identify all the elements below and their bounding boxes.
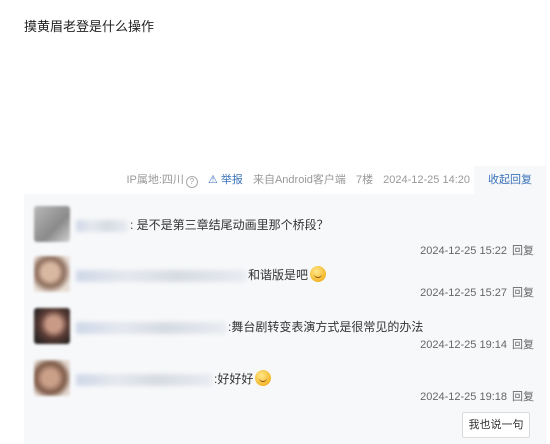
post-time: 2024-12-25 14:20	[383, 174, 470, 186]
smile-emoji-icon	[310, 266, 327, 282]
collapse-replies-button[interactable]: 收起回复	[474, 166, 546, 194]
reply-list: : 是不是第三章结尾动画里那个桥段？ 2024-12-25 15:22 回复 和谐…	[24, 194, 546, 444]
username-blurred[interactable]	[76, 269, 246, 282]
reply-time: 2024-12-25 15:22	[420, 245, 507, 257]
reply-text: :好好好	[214, 372, 254, 386]
client-source: 来自Android客户端	[252, 174, 346, 186]
ip-location: IP属地:四川?	[126, 174, 198, 188]
reply-link[interactable]: 回复	[512, 391, 534, 403]
warning-icon: ⚠	[207, 174, 218, 186]
reply-time: 2024-12-25 19:14	[420, 339, 507, 351]
reply-text: : 是不是第三章结尾动画里那个桥段？	[130, 218, 329, 232]
avatar[interactable]	[34, 206, 70, 242]
help-icon[interactable]: ?	[185, 176, 198, 188]
add-reply-button[interactable]: 我也说一句	[462, 412, 530, 438]
avatar[interactable]	[34, 360, 70, 396]
grin-emoji-icon	[255, 370, 272, 386]
post-content: 摸黄眉老登是什么操作	[24, 19, 155, 34]
floor-number: 7楼	[355, 174, 374, 186]
post-meta-bar: IP属地:四川? ⚠ 举报 来自Android客户端 7楼 2024-12-25…	[0, 170, 470, 190]
reply-link[interactable]: 回复	[512, 339, 534, 351]
report-link[interactable]: ⚠ 举报	[208, 174, 243, 186]
reply-link[interactable]: 回复	[512, 287, 534, 299]
username-blurred[interactable]	[76, 321, 226, 334]
avatar[interactable]	[34, 256, 70, 292]
avatar[interactable]	[34, 308, 70, 344]
reply-time: 2024-12-25 15:27	[420, 287, 507, 299]
reply-text: :舞台剧转变表演方式是很常见的办法	[228, 320, 424, 334]
username-blurred[interactable]	[76, 219, 128, 232]
reply-text: 和谐版是吧	[248, 268, 309, 282]
username-blurred[interactable]	[76, 373, 212, 386]
reply-time: 2024-12-25 19:18	[420, 391, 507, 403]
reply-link[interactable]: 回复	[512, 245, 534, 257]
